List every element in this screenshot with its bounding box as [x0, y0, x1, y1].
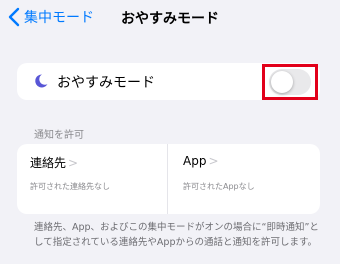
allowed-people-title-row: 連絡先 >	[30, 154, 78, 171]
allowed-apps-subtitle: 許可されたAppなし	[183, 182, 255, 191]
allowed-people-title: 連絡先	[30, 156, 67, 170]
divider	[167, 144, 168, 214]
chevron-right-icon: >	[68, 155, 79, 170]
chevron-right-icon: >	[208, 154, 219, 168]
allowed-people-subtitle: 許可された連絡先なし	[30, 182, 110, 191]
moon-icon	[35, 74, 48, 88]
allowed-apps-title: App	[183, 154, 207, 168]
allowed-apps-button[interactable]: App > 許可されたAppなし	[169, 144, 319, 214]
navigation-bar: 集中モード おやすみモード	[0, 0, 340, 40]
page-title: おやすみモード	[121, 11, 219, 27]
allowed-apps-title-row: App >	[183, 154, 219, 168]
allowed-people-button[interactable]: 連絡先 > 許可された連絡先なし	[17, 144, 167, 214]
allow-notifications-header: 通知を許可	[34, 130, 84, 141]
highlight-box	[262, 64, 318, 100]
do-not-disturb-label: おやすみモード	[57, 75, 155, 91]
footer-description: 連絡先、App、およびこの集中モードがオンの場合に“即時通知”として指定されてい…	[34, 222, 319, 248]
allowed-notifications-card: 連絡先 > 許可された連絡先なし App > 許可されたAppなし	[17, 144, 320, 214]
